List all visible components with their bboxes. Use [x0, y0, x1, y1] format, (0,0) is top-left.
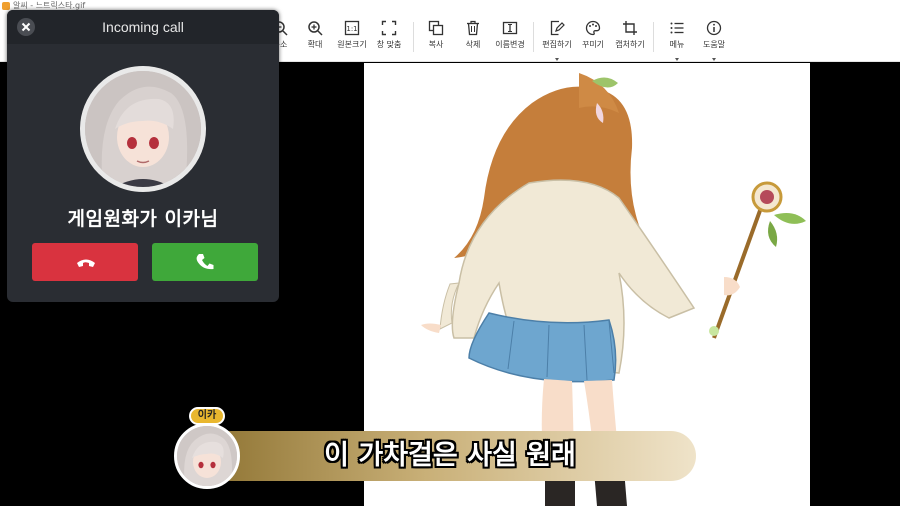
caller-portrait: [85, 71, 201, 187]
call-title: Incoming call: [102, 19, 184, 35]
rename-label: 이름변경: [495, 40, 525, 49]
copy-icon: [428, 20, 444, 36]
close-button[interactable]: [17, 18, 35, 36]
speaker-name-tag: 이카: [189, 407, 225, 425]
fit-window-button[interactable]: 창 맞춤: [367, 20, 411, 60]
caller-name: 게임원화가 이카님: [67, 208, 219, 230]
close-icon: [21, 22, 31, 32]
rename-icon: [502, 21, 518, 35]
help-label: 도움말: [702, 40, 726, 49]
accept-call-button[interactable]: [152, 243, 258, 281]
edit-icon: [550, 20, 565, 36]
fit-window-icon: [381, 20, 397, 36]
rename-button[interactable]: 이름변경: [488, 20, 532, 60]
phone-hangup-icon: [77, 259, 95, 267]
decline-call-button[interactable]: [32, 243, 138, 281]
toolbar-divider: [533, 22, 534, 52]
call-header: Incoming call: [7, 10, 279, 44]
chevron-down-icon: [555, 58, 559, 61]
help-button[interactable]: 도움말: [692, 20, 736, 61]
capture-label: 캡처하기: [615, 40, 645, 49]
svg-text:1:1: 1:1: [346, 25, 357, 33]
trash-icon: [467, 20, 479, 36]
menu-list-icon: [670, 22, 684, 34]
app-icon: [2, 2, 10, 10]
subtitle-text: 이 가차걸은 사실 원래: [324, 440, 576, 471]
chevron-down-icon: [712, 58, 716, 61]
info-icon: [706, 20, 722, 36]
caller-avatar: [80, 66, 206, 192]
speaker-avatar: [174, 423, 240, 489]
phone-icon: [196, 254, 214, 270]
fit-window-label: 창 맞춤: [376, 40, 402, 49]
zoom-in-icon: [308, 21, 323, 36]
speaker-portrait: [177, 426, 237, 486]
capture-button[interactable]: 캡처하기: [608, 20, 652, 60]
chevron-down-icon: [675, 58, 679, 61]
incoming-call-panel: Incoming call 게임원화가 이카님: [7, 10, 279, 302]
toolbar-divider: [653, 22, 654, 52]
palette-icon: [585, 20, 601, 36]
actual-size-icon: 1:1: [344, 20, 360, 36]
crop-icon: [623, 21, 637, 35]
